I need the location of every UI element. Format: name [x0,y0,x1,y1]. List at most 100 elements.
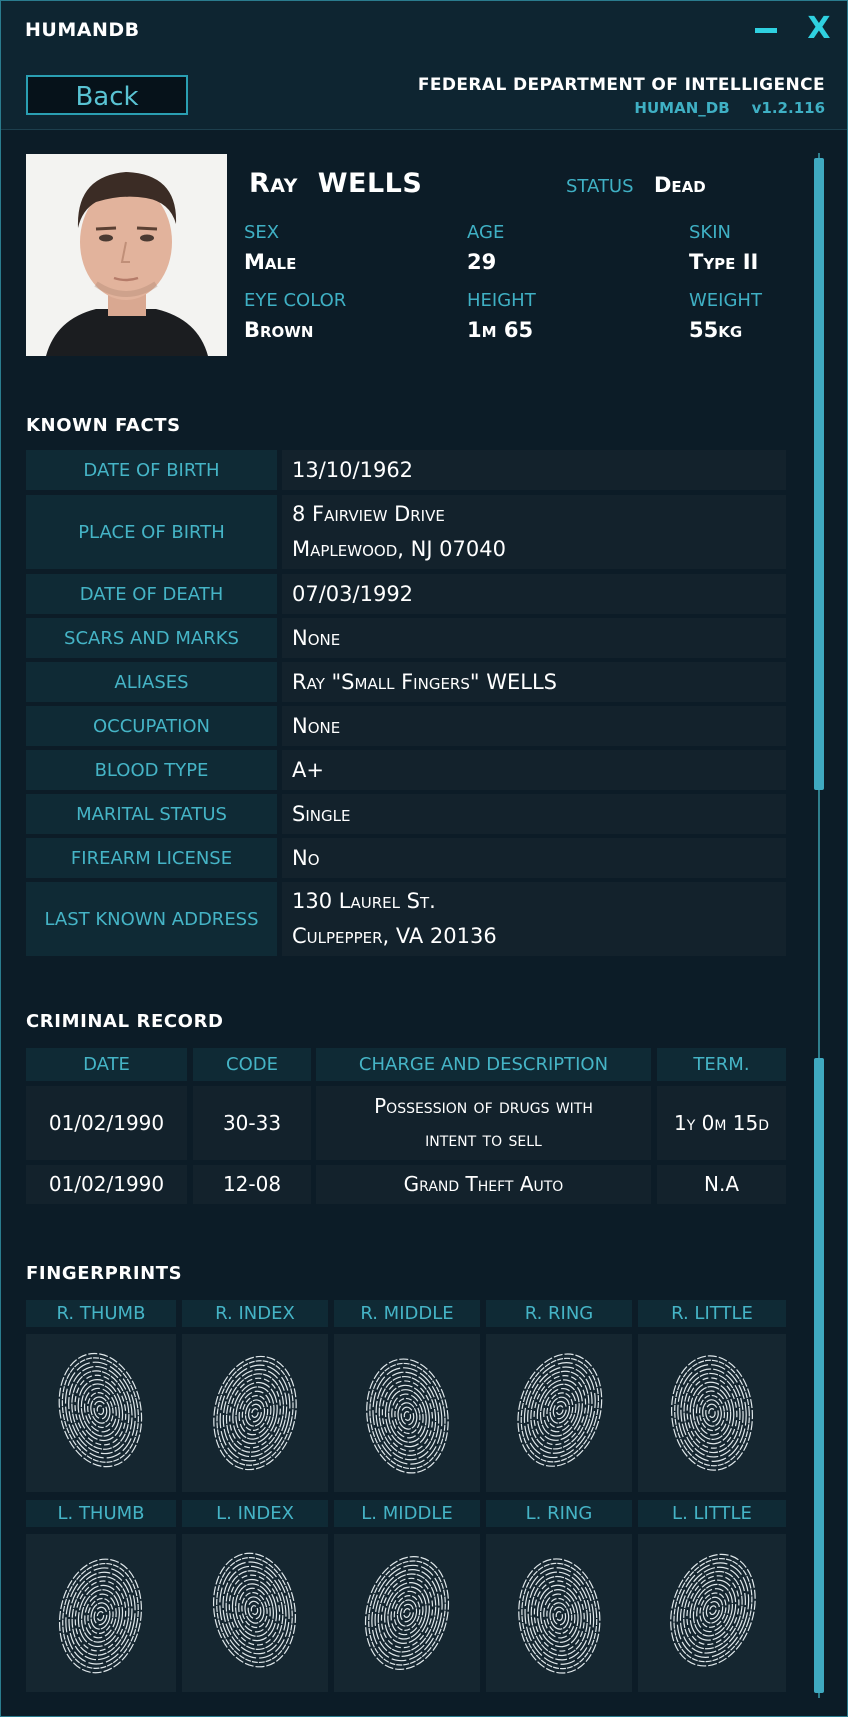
last-name: WELLS [317,168,423,199]
weight-value: 55kg [689,318,743,342]
fingerprint-icon [58,1352,143,1468]
fact-line: Single [292,801,351,826]
fingerprint-l-ring[interactable] [486,1534,632,1692]
fact-value: None [282,618,786,658]
fact-line: Maplewood, NJ 07040 [292,537,506,561]
record-charge-line: Grand Theft Auto [403,1172,564,1196]
fingerprint-label-r-index: R. INDEX [182,1300,328,1327]
record-code: 30-33 [193,1086,311,1160]
fact-line: 13/10/1962 [292,457,414,482]
record-code: 12-08 [193,1165,311,1204]
app-title: HUMANDB [25,19,140,41]
fingerprint-icon [671,1355,753,1471]
fingerprint-l-middle[interactable] [334,1534,480,1692]
record-date: 01/02/1990 [26,1086,187,1160]
fact-line: A+ [292,757,324,782]
column-header-term: TERM. [657,1048,786,1081]
eye-color-value: Brown [244,318,314,342]
record-charge-line: intent to sell [425,1127,542,1151]
fact-value: A+ [282,750,786,790]
fact-value: 07/03/1992 [282,574,786,614]
fingerprint-l-index[interactable] [182,1534,328,1692]
fact-label: BLOOD TYPE [26,750,277,790]
header-bar: Back FEDERAL DEPARTMENT OF INTELLIGENCE … [1,61,847,130]
skin-label: SKIN [689,222,732,243]
sex-label: SEX [244,222,280,243]
minimize-button[interactable] [749,11,783,47]
fact-label: ALIASES [26,662,277,702]
profile-photo [26,154,227,356]
age-label: AGE [467,222,505,243]
fact-line: 07/03/1992 [292,581,414,606]
fingerprint-icon [518,1558,601,1674]
fact-label: LAST KNOWN ADDRESS [26,882,277,956]
fact-label: SCARS AND MARKS [26,618,277,658]
fingerprint-r-thumb[interactable] [26,1334,176,1492]
scrollbar-thumb[interactable] [814,158,824,790]
fact-value: Single [282,794,786,834]
fingerprint-label-r-little: R. LITTLE [638,1300,786,1327]
close-button[interactable]: X [801,11,837,47]
first-name: Ray [249,168,298,199]
height-value: 1m 65 [467,318,534,342]
record-charge: Grand Theft Auto [316,1165,651,1204]
db-name: HUMAN_DB [634,99,730,117]
fingerprint-l-thumb[interactable] [26,1534,176,1692]
scrollbar[interactable] [812,153,826,1698]
fact-line: Ray "Small Fingers" WELLS [292,669,557,694]
fingerprint-label-l-middle: L. MIDDLE [334,1500,480,1527]
fingerprint-label-l-thumb: L. THUMB [26,1500,176,1527]
fact-label: DATE OF DEATH [26,574,277,614]
minimize-icon [755,28,777,33]
title-bar: HUMANDB X [1,1,847,61]
fact-label: MARITAL STATUS [26,794,277,834]
fingerprint-icon [364,1556,450,1670]
fact-label: FIREARM LICENSE [26,838,277,878]
height-label: HEIGHT [467,290,536,311]
record-charge-line: Possession of drugs with [374,1094,593,1118]
record-date: 01/02/1990 [26,1165,187,1204]
fingerprint-icon [366,1358,449,1474]
fact-label: DATE OF BIRTH [26,450,277,490]
record-term: N.A [657,1165,786,1204]
criminal-record-title: CRIMINAL RECORD [26,1011,224,1032]
fact-line: Culpepper, VA 20136 [292,924,497,948]
scrollbar-thumb-lower[interactable] [814,1058,824,1693]
fact-line: None [292,625,341,650]
fingerprint-r-ring[interactable] [486,1334,632,1492]
app-window: HUMANDB X Back FEDERAL DEPARTMENT OF INT… [0,0,848,1717]
status-label: STATUS [566,176,634,197]
fingerprint-r-middle[interactable] [334,1334,480,1492]
person-name: Ray WELLS [249,168,422,199]
fingerprint-l-little[interactable] [638,1534,786,1692]
fingerprint-r-index[interactable] [182,1334,328,1492]
column-header-code: CODE [193,1048,311,1081]
fact-value: 8 Fairview Drive Maplewood, NJ 07040 [282,495,786,569]
fingerprint-icon [670,1553,756,1667]
department-title: FEDERAL DEPARTMENT OF INTELLIGENCE [417,75,825,95]
skin-value: Type II [689,250,759,274]
fact-value: No [282,838,786,878]
column-header-charge: CHARGE AND DESCRIPTION [316,1048,651,1081]
db-version: v1.2.116 [751,99,825,117]
fact-line: 8 Fairview Drive [292,502,445,526]
fact-line: No [292,845,320,870]
fingerprint-icon [213,1355,297,1471]
fact-value: Ray "Small Fingers" WELLS [282,662,786,702]
fingerprint-label-r-middle: R. MIDDLE [334,1300,480,1327]
eye-color-label: EYE COLOR [244,290,347,311]
fingerprint-icon [517,1353,603,1467]
known-facts-title: KNOWN FACTS [26,415,181,436]
record-term: 1y 0m 15d [657,1086,786,1160]
fact-value: None [282,706,786,746]
fact-value: 130 Laurel St. Culpepper, VA 20136 [282,882,786,956]
fingerprint-r-little[interactable] [638,1334,786,1492]
status-value: Dead [654,173,706,197]
fingerprint-icon [212,1552,296,1668]
fingerprint-label-l-index: L. INDEX [182,1500,328,1527]
fact-line: None [292,713,341,738]
fingerprint-label-r-ring: R. RING [486,1300,632,1327]
fact-line: 130 Laurel St. [292,889,436,913]
fingerprint-label-r-thumb: R. THUMB [26,1300,176,1327]
back-button[interactable]: Back [26,75,188,115]
